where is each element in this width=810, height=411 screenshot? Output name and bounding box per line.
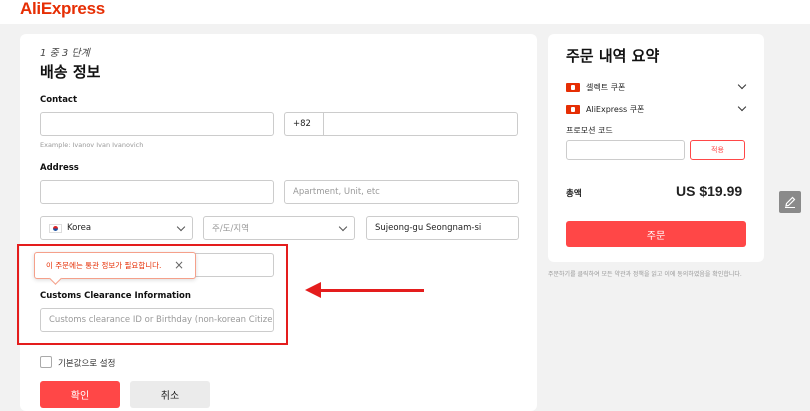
promo-label: 프로모션 코드 xyxy=(566,126,613,135)
region-placeholder: 주/도/지역 xyxy=(212,224,250,234)
cancel-button[interactable]: 취소 xyxy=(130,381,210,408)
korea-flag-icon xyxy=(49,223,62,233)
phone-code-field[interactable]: +82 xyxy=(284,112,324,136)
terms-disclaimer: 주문하기를 클릭하여 모든 약관과 정책을 읽고 이에 동의하였음을 확인합니다… xyxy=(548,271,742,278)
select-coupon-row[interactable]: 셀렉트 쿠폰 xyxy=(566,82,625,93)
coupon-icon xyxy=(566,83,580,92)
chevron-down-icon xyxy=(338,222,348,232)
contact-name-input[interactable] xyxy=(40,112,274,136)
coupon-icon xyxy=(566,105,580,114)
summary-title: 주문 내역 요약 xyxy=(566,47,660,65)
confirm-button[interactable]: 확인 xyxy=(40,381,120,408)
city-field[interactable]: Sujeong-gu Seongnam-si xyxy=(366,216,519,240)
annotation-highlight-box xyxy=(17,244,288,345)
country-select[interactable]: Korea xyxy=(40,216,193,240)
order-button[interactable]: 주문 xyxy=(566,221,746,247)
region-select[interactable]: 주/도/지역 xyxy=(203,216,355,240)
address-line1-input[interactable] xyxy=(40,180,274,204)
phone-number-input[interactable] xyxy=(323,112,518,136)
promo-code-input[interactable] xyxy=(566,140,685,160)
country-value: Korea xyxy=(67,223,92,233)
page-title: 배송 정보 xyxy=(40,63,101,81)
step-indicator: 1 중 3 단계 xyxy=(40,48,90,59)
annotation-arrow-icon xyxy=(305,282,321,298)
name-hint: Example: Ivanov Ivan Ivanovich xyxy=(40,141,144,149)
pencil-icon[interactable] xyxy=(779,191,801,213)
address-line2-input[interactable]: Apartment, Unit, etc xyxy=(284,180,519,204)
total-label: 총액 xyxy=(566,189,582,199)
annotation-arrow-line xyxy=(318,289,424,292)
address-label: Address xyxy=(40,163,79,173)
coupon2-label: AliExpress 쿠폰 xyxy=(586,105,645,114)
contact-label: Contact xyxy=(40,95,78,105)
aliexpress-coupon-row[interactable]: AliExpress 쿠폰 xyxy=(566,104,644,115)
aliexpress-logo[interactable]: AliExpress xyxy=(20,0,105,19)
apply-button[interactable]: 적용 xyxy=(690,140,745,160)
coupon1-label: 셀렉트 쿠폰 xyxy=(586,83,626,92)
top-bar: AliExpress xyxy=(0,0,810,24)
default-label: 기본값으로 설정 xyxy=(58,359,116,369)
default-checkbox[interactable] xyxy=(40,356,52,368)
total-value: US $19.99 xyxy=(676,183,743,199)
chevron-down-icon xyxy=(176,222,186,232)
